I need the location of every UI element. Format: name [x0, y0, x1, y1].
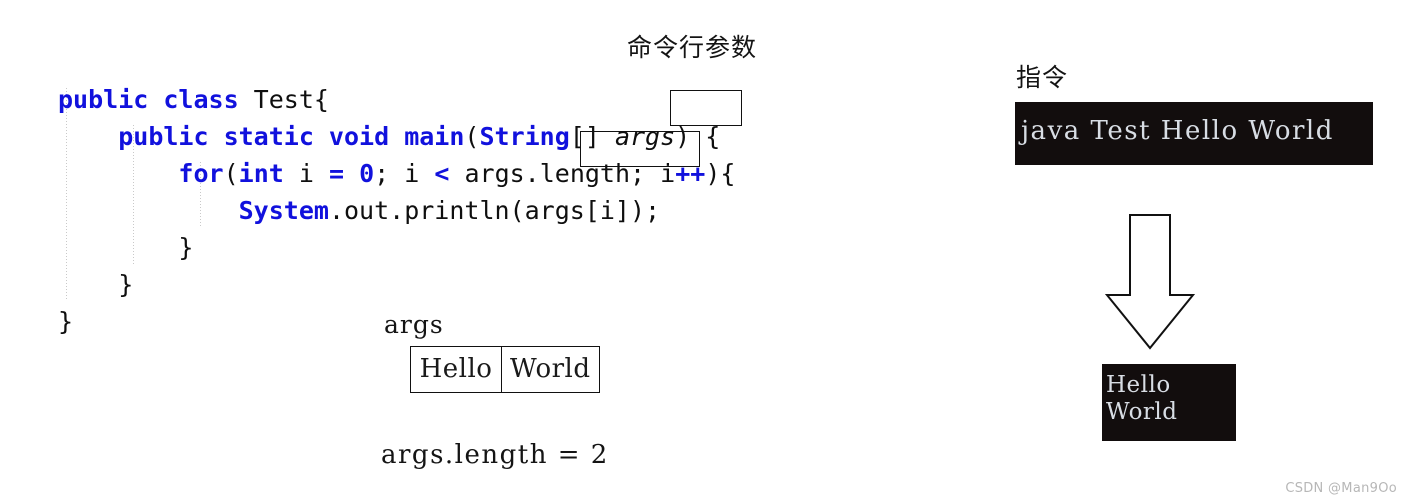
command-panel-label: 指令 — [1016, 63, 1069, 92]
args-array-label: args — [384, 310, 444, 339]
args-array-table: Hello World — [410, 346, 600, 393]
slide-canvas: 命令行参数 public class Test{ public static v… — [0, 0, 1407, 500]
code-line-1: public class Test{ — [58, 85, 329, 114]
arrow-down-icon — [1104, 214, 1196, 350]
args-length-caption: args.length = 2 — [381, 440, 609, 470]
args-length-highlight-box — [580, 131, 700, 167]
terminal-command: java Test Hello World — [1015, 102, 1373, 165]
flow-arrow — [1104, 213, 1196, 356]
args-cell-0: Hello — [410, 346, 502, 393]
code-text: public class Test{ public static void ma… — [58, 81, 735, 340]
code-line-5: } — [178, 233, 194, 262]
code-line-4: System.out.println(args[i]); — [238, 196, 661, 225]
code-line-7: } — [58, 307, 74, 336]
terminal-output: Hello World — [1102, 364, 1236, 441]
page-title: 命令行参数 — [627, 33, 758, 62]
args-parameter-highlight-box — [670, 90, 742, 126]
code-line-6: } — [118, 270, 134, 299]
table-row: Hello World — [410, 346, 600, 393]
args-cell-1: World — [501, 346, 600, 393]
watermark: CSDN @Man9Oo — [1285, 481, 1397, 496]
